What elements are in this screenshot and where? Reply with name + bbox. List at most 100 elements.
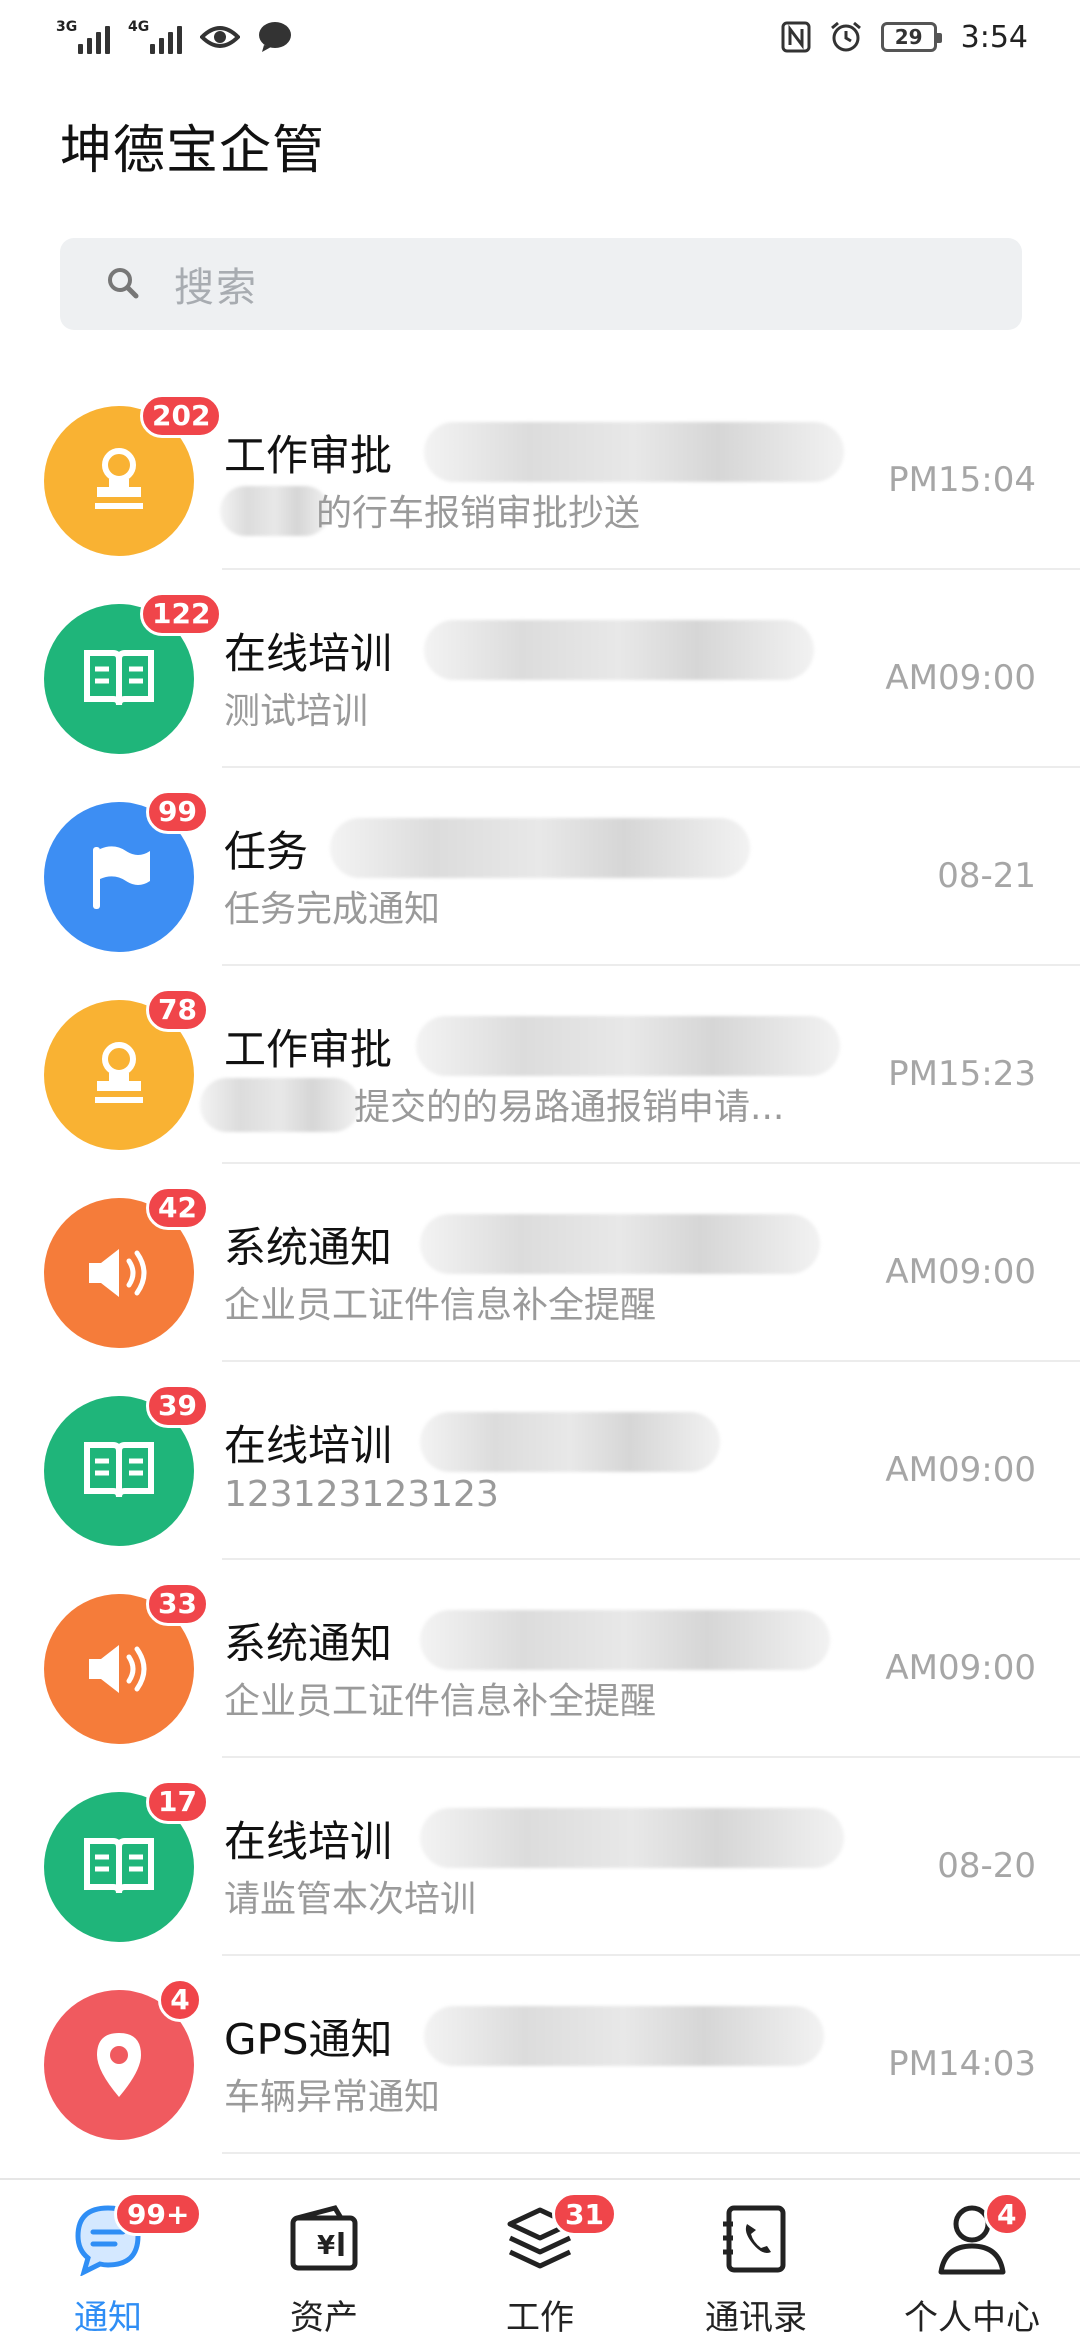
status-left: 3G 4G bbox=[56, 20, 292, 54]
page-title: 坤德宝企管 bbox=[60, 121, 326, 181]
svg-text:¥: ¥ bbox=[317, 2231, 335, 2261]
item-time: 08-20 bbox=[937, 1846, 1036, 1886]
item-subtitle: 的行车报销审批抄送 bbox=[316, 493, 641, 534]
tab-contacts[interactable]: 通讯录 bbox=[648, 2180, 864, 2340]
redacted-text bbox=[424, 620, 814, 680]
speaker-icon bbox=[89, 1645, 147, 1693]
flag-icon bbox=[93, 846, 150, 909]
unread-badge: 4 bbox=[158, 1978, 202, 2022]
redacted-text bbox=[200, 1078, 360, 1132]
message-bubble-icon bbox=[258, 21, 292, 53]
search-placeholder: 搜索 bbox=[174, 265, 258, 311]
tab-notifications[interactable]: 99+ 通知 bbox=[0, 2180, 216, 2340]
speaker-icon bbox=[89, 1249, 147, 1297]
contacts-book-icon bbox=[717, 2200, 795, 2278]
item-subtitle: 提交的的易路通报销申请... bbox=[354, 1087, 785, 1128]
item-time: 08-21 bbox=[937, 856, 1036, 896]
list-item[interactable]: 78 工作审批 提交的的易路通报销申请... PM15:23 bbox=[0, 966, 1080, 1164]
item-title: 任务 bbox=[224, 827, 309, 876]
book-icon bbox=[84, 1838, 154, 1894]
book-icon bbox=[84, 1442, 154, 1498]
item-time: AM09:00 bbox=[885, 658, 1036, 698]
item-subtitle: 企业员工证件信息补全提醒 bbox=[224, 1681, 657, 1722]
alarm-clock-icon bbox=[829, 20, 863, 54]
redacted-text bbox=[330, 818, 750, 878]
nav-badge: 31 bbox=[552, 2192, 617, 2236]
status-bar: 3G 4G 29 3:54 bbox=[0, 0, 1080, 74]
list-item[interactable]: 4 GPS通知 车辆异常通知 PM14:03 bbox=[0, 1956, 1080, 2154]
item-time: AM09:00 bbox=[885, 1648, 1036, 1688]
notification-list: 202 工作审批 的行车报销审批抄送 PM15:04 122 在线培训 测试培训… bbox=[0, 372, 1080, 2154]
item-time: PM15:04 bbox=[888, 460, 1036, 500]
redacted-text bbox=[220, 486, 330, 536]
list-item[interactable]: 122 在线培训 测试培训 AM09:00 bbox=[0, 570, 1080, 768]
redacted-text bbox=[424, 2006, 824, 2066]
item-title: 在线培训 bbox=[224, 1817, 393, 1866]
redacted-text bbox=[420, 1412, 720, 1472]
list-item[interactable]: 33 系统通知 企业员工证件信息补全提醒 AM09:00 bbox=[0, 1560, 1080, 1758]
unread-badge: 99 bbox=[146, 790, 209, 834]
bottom-nav: 99+ 通知 ¥ 资产 31 工作 通讯录 4 个人中心 bbox=[0, 2178, 1080, 2340]
unread-badge: 202 bbox=[140, 394, 223, 438]
redacted-text bbox=[420, 1214, 820, 1274]
battery-icon: 29 bbox=[880, 22, 942, 52]
status-right: 29 3:54 bbox=[781, 20, 1028, 55]
search-input[interactable]: 搜索 bbox=[60, 238, 1022, 330]
nav-badge: 4 bbox=[984, 2192, 1030, 2236]
list-item[interactable]: 202 工作审批 的行车报销审批抄送 PM15:04 bbox=[0, 372, 1080, 570]
book-icon bbox=[84, 650, 154, 706]
item-subtitle: 任务完成通知 bbox=[224, 889, 441, 930]
item-title: 在线培训 bbox=[224, 629, 393, 678]
item-time: PM14:03 bbox=[888, 2044, 1036, 2084]
item-title: 系统通知 bbox=[224, 1619, 393, 1668]
unread-badge: 39 bbox=[146, 1384, 209, 1428]
item-title: GPS通知 bbox=[224, 2015, 393, 2064]
item-subtitle: 测试培训 bbox=[224, 691, 369, 732]
item-time: AM09:00 bbox=[885, 1450, 1036, 1490]
location-pin-icon bbox=[97, 2033, 141, 2097]
nav-label: 资产 bbox=[290, 2298, 358, 2338]
redacted-text bbox=[420, 1610, 830, 1670]
nfc-icon bbox=[781, 21, 811, 53]
nav-label: 通讯录 bbox=[705, 2298, 807, 2338]
item-subtitle: 123123123123 bbox=[224, 1474, 499, 1515]
unread-badge: 33 bbox=[146, 1582, 209, 1626]
item-time: PM15:23 bbox=[888, 1054, 1036, 1094]
unread-badge: 17 bbox=[146, 1780, 209, 1824]
nav-label: 个人中心 bbox=[904, 2298, 1040, 2338]
stamp-icon bbox=[95, 1042, 143, 1103]
unread-badge: 122 bbox=[140, 592, 223, 636]
unread-badge: 78 bbox=[146, 988, 209, 1032]
redacted-text bbox=[420, 1808, 844, 1868]
nav-label: 工作 bbox=[506, 2298, 574, 2338]
tab-assets[interactable]: ¥ 资产 bbox=[216, 2180, 432, 2340]
unread-badge: 42 bbox=[146, 1186, 209, 1230]
item-time: AM09:00 bbox=[885, 1252, 1036, 1292]
stamp-icon bbox=[95, 448, 143, 509]
item-subtitle: 请监管本次培训 bbox=[224, 1879, 477, 1920]
tab-profile[interactable]: 4 个人中心 bbox=[864, 2180, 1080, 2340]
tab-work[interactable]: 31 工作 bbox=[432, 2180, 648, 2340]
item-title: 系统通知 bbox=[224, 1223, 393, 1272]
item-subtitle: 企业员工证件信息补全提醒 bbox=[224, 1285, 657, 1326]
signal-4g-icon: 4G bbox=[128, 20, 182, 54]
list-item[interactable]: 99 任务 任务完成通知 08-21 bbox=[0, 768, 1080, 966]
item-title: 工作审批 bbox=[224, 1025, 393, 1074]
item-title: 在线培训 bbox=[224, 1421, 393, 1470]
signal-3g-label: 3G bbox=[56, 19, 78, 35]
redacted-text bbox=[416, 1016, 840, 1076]
list-item[interactable]: 42 系统通知 企业员工证件信息补全提醒 AM09:00 bbox=[0, 1164, 1080, 1362]
wallet-icon: ¥ bbox=[285, 2200, 363, 2278]
list-item[interactable]: 39 在线培训 123123123123 AM09:00 bbox=[0, 1362, 1080, 1560]
nav-label: 通知 bbox=[74, 2298, 142, 2338]
redacted-text bbox=[424, 422, 844, 482]
battery-level: 29 bbox=[894, 25, 923, 49]
signal-4g-label: 4G bbox=[128, 19, 150, 35]
nav-badge: 99+ bbox=[114, 2192, 203, 2236]
item-title: 工作审批 bbox=[224, 431, 393, 480]
search-icon bbox=[108, 268, 139, 299]
status-time: 3:54 bbox=[960, 19, 1028, 55]
item-subtitle: 车辆异常通知 bbox=[224, 2077, 441, 2118]
signal-3g-icon: 3G bbox=[56, 20, 110, 54]
list-item[interactable]: 17 在线培训 请监管本次培训 08-20 bbox=[0, 1758, 1080, 1956]
